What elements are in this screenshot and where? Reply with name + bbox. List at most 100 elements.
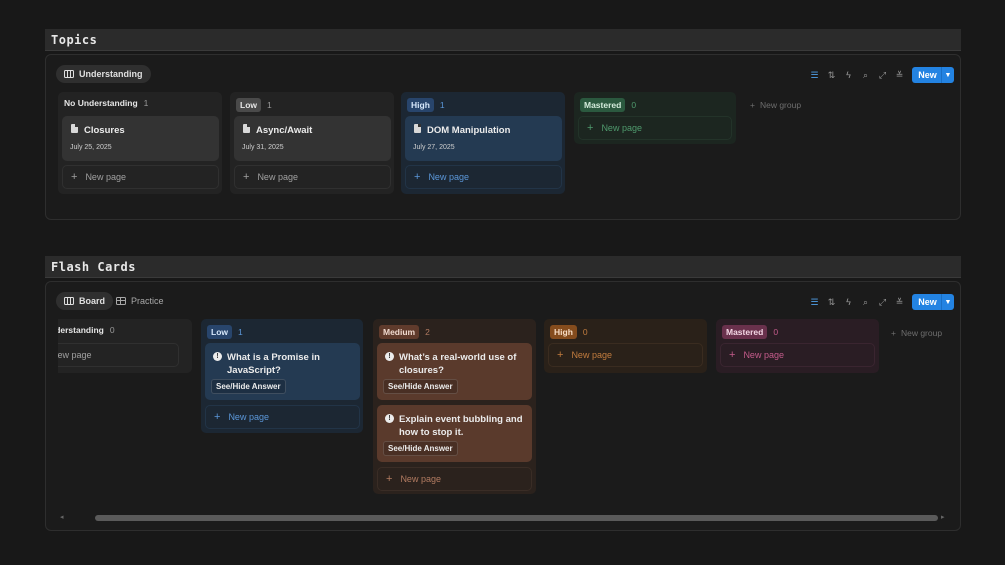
sort-icon[interactable]: ⇅	[823, 68, 840, 82]
plus-icon: +	[750, 100, 755, 110]
column-name: No Understanding	[64, 98, 138, 108]
new-group-button[interactable]: + New group	[750, 100, 801, 110]
column-header: No Understanding 1	[64, 98, 148, 108]
flash-cards-board: Board Practice ☰ ⇅ ϟ ⌕ ⤢ ≚ New ▼ ndersta…	[45, 281, 961, 531]
new-page-button[interactable]: + New page	[205, 405, 360, 429]
new-button[interactable]: New ▼	[912, 67, 954, 83]
column-count: 0	[109, 325, 115, 335]
alert-icon: !	[385, 352, 394, 361]
column-name: Medium	[379, 325, 420, 339]
new-page-button[interactable]: + New page	[405, 165, 562, 189]
tab-practice-label: Practice	[131, 296, 164, 306]
automation-icon[interactable]: ϟ	[840, 68, 857, 82]
column-count: 1	[439, 100, 445, 110]
topics-board: Understanding ☰ ⇅ ϟ ⌕ ⤢ ≚ New ▼ No Under…	[45, 54, 961, 220]
card-dom-manipulation[interactable]: DOM Manipulation July 27, 2025	[405, 116, 562, 161]
see-hide-answer-button[interactable]: See/Hide Answer	[383, 441, 458, 456]
column-name: Low	[236, 98, 261, 112]
new-button-label: New	[918, 297, 937, 307]
topics-toolbar: ☰ ⇅ ϟ ⌕ ⤢ ≚ New ▼	[806, 67, 954, 83]
new-page-button[interactable]: + New page	[234, 165, 391, 189]
column-name: nderstanding	[58, 325, 104, 335]
scroll-right-icon[interactable]: ▸	[941, 513, 945, 521]
plus-icon: +	[414, 171, 421, 183]
column-high: High 0 + New page	[544, 319, 707, 373]
new-button[interactable]: New ▼	[912, 294, 954, 310]
column-header: High 0	[550, 325, 588, 339]
tab-understanding[interactable]: Understanding	[56, 65, 151, 83]
tab-practice[interactable]: Practice	[116, 292, 164, 310]
filter-icon[interactable]: ☰	[806, 68, 823, 82]
plus-icon: +	[587, 122, 594, 134]
plus-icon: +	[71, 171, 78, 183]
column-low: Low 1 Async/Await July 31, 2025 + New pa…	[230, 92, 394, 194]
card-title: DOM Manipulation	[427, 125, 511, 136]
sort-icon[interactable]: ⇅	[823, 295, 840, 309]
column-name: High	[407, 98, 434, 112]
plus-icon: +	[243, 171, 250, 183]
column-count: 1	[267, 100, 272, 110]
search-icon[interactable]: ⌕	[857, 68, 874, 82]
column-name: Mastered	[580, 98, 626, 112]
see-hide-answer-button[interactable]: See/Hide Answer	[211, 379, 286, 394]
column-header: Mastered 0	[580, 98, 636, 112]
card-title: Async/Await	[256, 125, 313, 136]
flash-card[interactable]: ! Explain event bubbling and how to stop…	[377, 405, 532, 462]
settings-icon[interactable]: ≚	[891, 68, 908, 82]
expand-icon[interactable]: ⤢	[874, 68, 891, 82]
plus-icon: +	[386, 473, 393, 485]
flash-cards-title: Flash Cards	[51, 260, 136, 274]
column-count: 0	[773, 327, 779, 337]
flash-card[interactable]: ! What is a Promise in JavaScript? See/H…	[205, 343, 360, 400]
column-name: Low	[207, 325, 232, 339]
alert-icon: !	[213, 352, 222, 361]
column-header: nderstanding 0	[58, 325, 115, 335]
tab-board-label: Board	[79, 296, 106, 306]
column-low: Low 1 ! What is a Promise in JavaScript?…	[201, 319, 363, 433]
new-page-button[interactable]: + New page	[377, 467, 532, 491]
filter-icon[interactable]: ☰	[806, 295, 823, 309]
column-mastered: Mastered 0 + New page	[716, 319, 879, 373]
topics-header: Topics	[45, 29, 961, 51]
card-title: What’s a real-world use of closures?	[399, 352, 517, 376]
board-icon	[64, 297, 74, 305]
page-icon	[414, 124, 421, 133]
new-page-button[interactable]: + New page	[720, 343, 875, 367]
plus-icon: +	[214, 411, 221, 423]
plus-icon: +	[729, 349, 736, 361]
column-high: High 1 DOM Manipulation July 27, 2025 + …	[401, 92, 565, 194]
column-name: Mastered	[722, 325, 768, 339]
tab-board[interactable]: Board	[56, 292, 114, 310]
horizontal-scrollbar[interactable]	[95, 515, 938, 521]
chevron-down-icon[interactable]: ▼	[942, 72, 954, 79]
new-page-button[interactable]: + New page	[62, 165, 219, 189]
flash-cards-header: Flash Cards	[45, 256, 961, 278]
alert-icon: !	[385, 414, 394, 423]
settings-icon[interactable]: ≚	[891, 295, 908, 309]
column-header: Medium 2	[379, 325, 430, 339]
column-count: 0	[631, 100, 637, 110]
see-hide-answer-button[interactable]: See/Hide Answer	[383, 379, 458, 394]
table-icon	[116, 297, 126, 305]
new-page-button[interactable]: New page	[58, 343, 179, 367]
page-icon	[243, 124, 250, 133]
expand-icon[interactable]: ⤢	[874, 295, 891, 309]
chevron-down-icon[interactable]: ▼	[942, 299, 954, 306]
new-group-button[interactable]: + New group	[891, 328, 942, 338]
column-header: High 1	[407, 98, 445, 112]
card-date: July 31, 2025	[242, 144, 284, 151]
topics-title: Topics	[51, 33, 98, 47]
new-page-button[interactable]: + New page	[548, 343, 703, 367]
new-page-button[interactable]: + New page	[578, 116, 732, 140]
automation-icon[interactable]: ϟ	[840, 295, 857, 309]
scroll-left-icon[interactable]: ◂	[60, 513, 64, 521]
card-async-await[interactable]: Async/Await July 31, 2025	[234, 116, 391, 161]
card-closures[interactable]: Closures July 25, 2025	[62, 116, 219, 161]
column-medium: Medium 2 ! What’s a real-world use of cl…	[373, 319, 536, 494]
search-icon[interactable]: ⌕	[857, 295, 874, 309]
plus-icon: +	[557, 349, 564, 361]
flash-card[interactable]: ! What’s a real-world use of closures? S…	[377, 343, 532, 400]
column-no-understanding: No Understanding 1 Closures July 25, 202…	[58, 92, 222, 194]
column-name: High	[550, 325, 577, 339]
card-title: Closures	[84, 125, 125, 136]
